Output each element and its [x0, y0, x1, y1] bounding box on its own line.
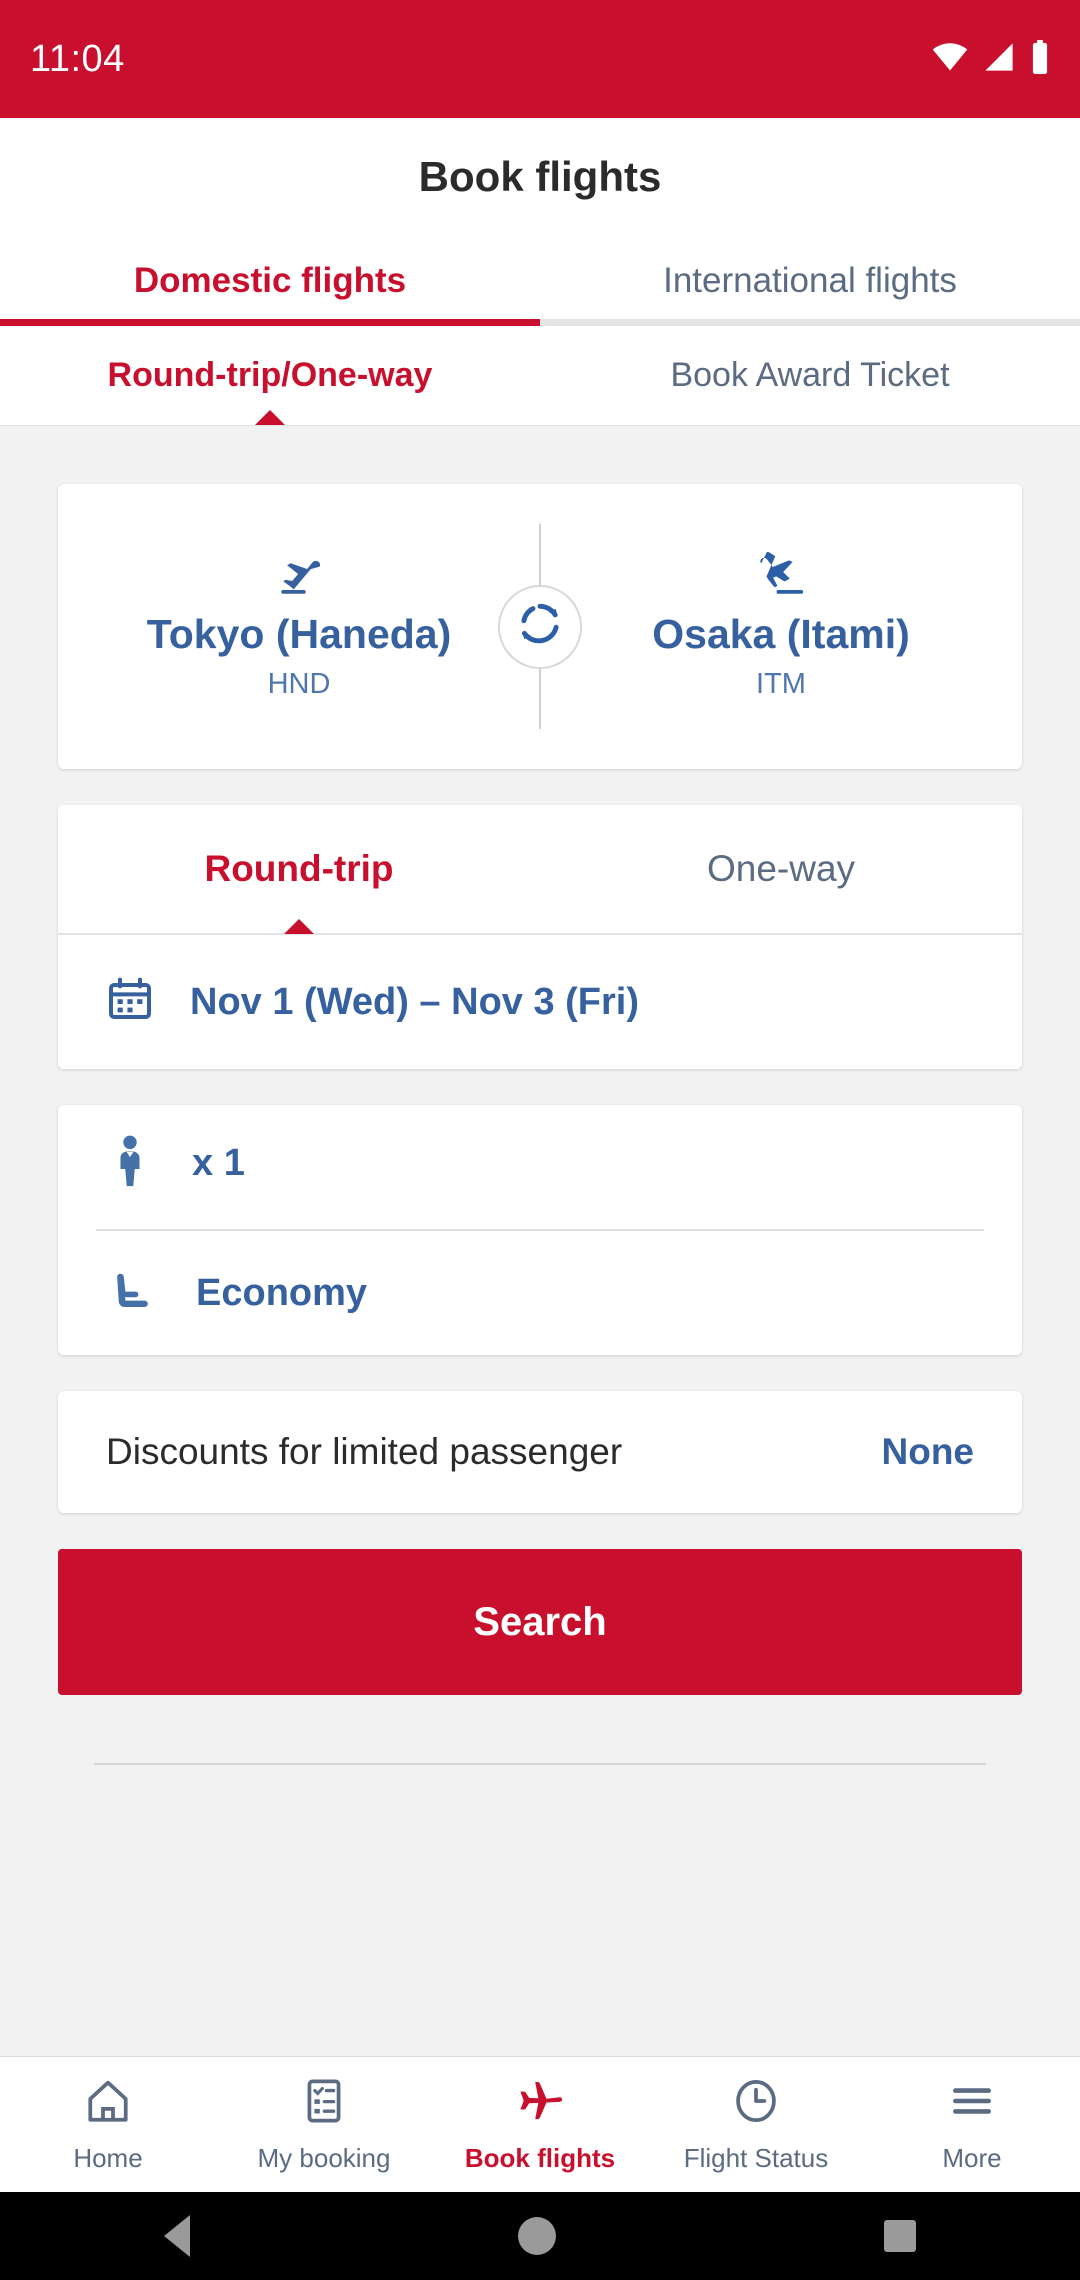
- date-range-value: Nov 1 (Wed) – Nov 3 (Fri): [190, 980, 640, 1023]
- trip-option-one-way[interactable]: One-way: [540, 805, 1022, 933]
- app-root: 11:04 Book flights Domestic flights Inte…: [0, 0, 1080, 2280]
- status-bar: 11:04: [0, 0, 1080, 118]
- person-icon: [108, 1135, 152, 1192]
- route-selector-card: Tokyo (Haneda) HND Osaka (Itami) ITM: [58, 484, 1022, 769]
- date-range-selector[interactable]: Nov 1 (Wed) – Nov 3 (Fri): [58, 935, 1022, 1069]
- primary-tab-bar: Domestic flights International flights: [0, 236, 1080, 326]
- trip-option-round-trip-label: Round-trip: [204, 848, 394, 889]
- trip-option-one-way-label: One-way: [706, 848, 856, 889]
- tab-domestic-flights-label: Domestic flights: [133, 261, 407, 300]
- destination-selector[interactable]: Osaka (Itami) ITM: [540, 550, 1022, 701]
- trip-type-selector: Round-trip One-way: [58, 805, 1022, 935]
- bottom-navigation-bar: Home My booking Book flights Flight Stat…: [0, 2056, 1080, 2192]
- passenger-and-cabin-card: x 1 Economy: [58, 1105, 1022, 1355]
- cabin-class-selector[interactable]: Economy: [58, 1231, 1022, 1355]
- battery-icon: [1030, 39, 1050, 79]
- origin-selector[interactable]: Tokyo (Haneda) HND: [58, 552, 540, 701]
- tab-international-flights[interactable]: International flights: [540, 236, 1080, 326]
- origin-code: HND: [267, 668, 331, 700]
- nav-item-flight-status[interactable]: Flight Status: [648, 2076, 864, 2174]
- nav-item-home[interactable]: Home: [0, 2076, 216, 2174]
- tab-round-trip-one-way-label: Round-trip/One-way: [107, 356, 433, 394]
- destination-city: Osaka (Itami): [652, 611, 910, 657]
- clock-icon: [731, 2076, 781, 2131]
- secondary-tab-caret-indicator: [255, 410, 285, 425]
- tab-international-flights-label: International flights: [663, 261, 957, 300]
- cellular-signal-icon: [982, 42, 1016, 77]
- search-button[interactable]: Search: [58, 1549, 1022, 1695]
- app-header: Book flights: [0, 118, 1080, 236]
- back-triangle-icon[interactable]: [164, 2215, 190, 2257]
- airplane-icon: [514, 2076, 566, 2131]
- cabin-class-value: Economy: [196, 1271, 368, 1314]
- nav-item-more[interactable]: More: [864, 2076, 1080, 2174]
- status-bar-icons: [932, 39, 1050, 79]
- home-icon: [83, 2076, 133, 2131]
- swap-airports-button[interactable]: [498, 584, 582, 669]
- destination-code: ITM: [756, 668, 806, 700]
- tab-book-award-ticket-label: Book Award Ticket: [670, 356, 950, 394]
- nav-item-flight-status-label: Flight Status: [683, 2142, 829, 2173]
- nav-item-home-label: Home: [73, 2142, 143, 2173]
- passenger-count-selector[interactable]: x 1: [58, 1105, 1022, 1229]
- page-title: Book flights: [418, 153, 662, 200]
- origin-city: Tokyo (Haneda): [146, 611, 452, 657]
- flight-landing-icon: [753, 550, 809, 601]
- hamburger-menu-icon: [947, 2076, 997, 2131]
- content-bottom-divider: [94, 1763, 986, 1765]
- trip-option-round-trip[interactable]: Round-trip: [58, 805, 540, 933]
- booking-form-scroll-area[interactable]: Tokyo (Haneda) HND Osaka (Itami) ITM Rou…: [0, 426, 1080, 2056]
- secondary-tab-bar: Round-trip/One-way Book Award Ticket: [0, 326, 1080, 426]
- nav-item-book-flights-label: Book flights: [464, 2142, 616, 2173]
- nav-item-more-label: More: [942, 2142, 1002, 2173]
- swap-circular-arrows-icon: [512, 596, 568, 657]
- primary-tab-indicator: [0, 319, 540, 326]
- discount-value: None: [881, 1431, 975, 1472]
- clipboard-checklist-icon: [299, 2076, 349, 2131]
- primary-tab-track: [540, 319, 1080, 326]
- status-bar-clock: 11:04: [30, 37, 125, 80]
- recents-square-icon[interactable]: [884, 2220, 916, 2252]
- calendar-icon: [106, 976, 154, 1029]
- nav-item-my-booking-label: My booking: [257, 2142, 391, 2173]
- flight-takeoff-icon: [271, 552, 327, 601]
- discount-selector-row[interactable]: Discounts for limited passenger None: [58, 1391, 1022, 1513]
- android-system-navigation-bar: [0, 2192, 1080, 2280]
- trip-type-caret-indicator: [284, 919, 314, 934]
- nav-item-my-booking[interactable]: My booking: [216, 2076, 432, 2174]
- tab-domestic-flights[interactable]: Domestic flights: [0, 236, 540, 326]
- discount-label: Discounts for limited passenger: [106, 1431, 623, 1472]
- home-circle-icon[interactable]: [518, 2217, 556, 2255]
- airline-seat-icon: [108, 1267, 156, 1320]
- trip-type-and-date-card: Round-trip One-way Nov 1 (Wed) – Nov 3 (…: [58, 805, 1022, 1069]
- tab-book-award-ticket[interactable]: Book Award Ticket: [540, 326, 1080, 425]
- passenger-count-value: x 1: [192, 1141, 245, 1184]
- wifi-icon: [932, 42, 968, 77]
- nav-item-book-flights[interactable]: Book flights: [432, 2076, 648, 2174]
